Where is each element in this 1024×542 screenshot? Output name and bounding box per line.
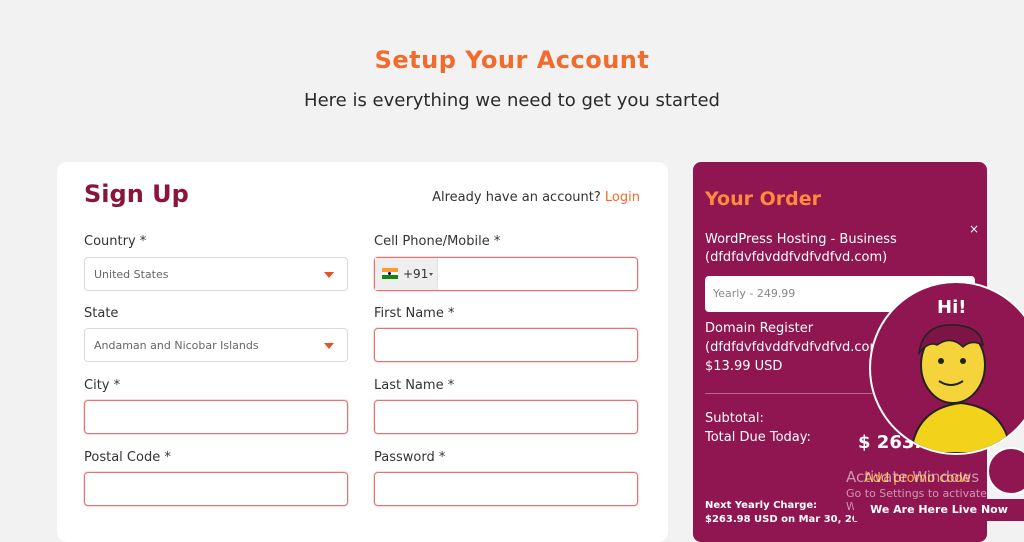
phone-input[interactable] [439,258,637,290]
signup-card: Sign Up Already have an account? Login C… [57,162,668,542]
password-input[interactable] [375,473,637,505]
next-charge-label: Next Yearly Charge: [705,500,818,511]
domain-item-price: $13.99 USD [705,359,783,374]
subtotal-label: Subtotal: [705,411,764,426]
chevron-down-icon [324,343,334,349]
account-prompt: Already have an account? Login [432,190,640,205]
page-title: Setup Your Account [374,46,650,74]
first-name-input[interactable] [375,329,637,361]
postal-code-field [84,472,348,506]
city-label: City * [84,378,121,393]
page-subtitle: Here is everything we need to get you st… [304,90,720,111]
state-select[interactable]: Andaman and Nicobar Islands [84,328,348,362]
phone-field: +91 [374,257,638,291]
domain-item-name: Domain Register [705,321,814,336]
postal-code-input[interactable] [85,473,347,505]
state-label: State [84,306,119,321]
total-label: Total Due Today: [705,430,811,445]
country-value: United States [94,268,169,281]
password-field [374,472,638,506]
next-charge: Next Yearly Charge: $263.98 USD on Mar 3… [705,499,859,527]
live-chat-banner[interactable]: We Are Here Live Now [854,499,1024,521]
last-name-input[interactable] [375,401,637,433]
chevron-down-icon [429,273,433,276]
last-name-label: Last Name * [374,378,455,393]
city-field [84,400,348,434]
chevron-down-icon [324,272,334,278]
live-chat-widget[interactable]: Hi! [869,281,1024,455]
next-charge-value: $263.98 USD on Mar 30, 20 [705,514,859,525]
password-label: Password * [374,450,446,465]
country-label: Country * [84,234,147,249]
dial-code: +91 [403,267,429,281]
last-name-field [374,400,638,434]
state-value: Andaman and Nicobar Islands [94,339,259,352]
city-input[interactable] [85,401,347,433]
india-flag-icon [382,268,398,280]
order-item-name: WordPress Hosting - Business [705,232,897,247]
country-code-picker[interactable]: +91 [375,258,438,290]
login-link[interactable]: Login [605,190,640,205]
account-prompt-text: Already have an account? [432,190,601,205]
first-name-label: First Name * [374,306,455,321]
order-title: Your Order [705,188,821,210]
support-agent-avatar [909,324,1013,453]
close-icon[interactable]: × [969,222,979,236]
domain-item-domain: (dfdfdvfdvddfvdfvdfvd.com [705,340,883,355]
signup-title: Sign Up [84,180,189,208]
order-item-domain: (dfdfdvfdvddfvdfvdfvd.com) [705,250,888,265]
postal-code-label: Postal Code * [84,450,171,465]
first-name-field [374,328,638,362]
country-select[interactable]: United States [84,257,348,291]
phone-label: Cell Phone/Mobile * [374,234,501,249]
